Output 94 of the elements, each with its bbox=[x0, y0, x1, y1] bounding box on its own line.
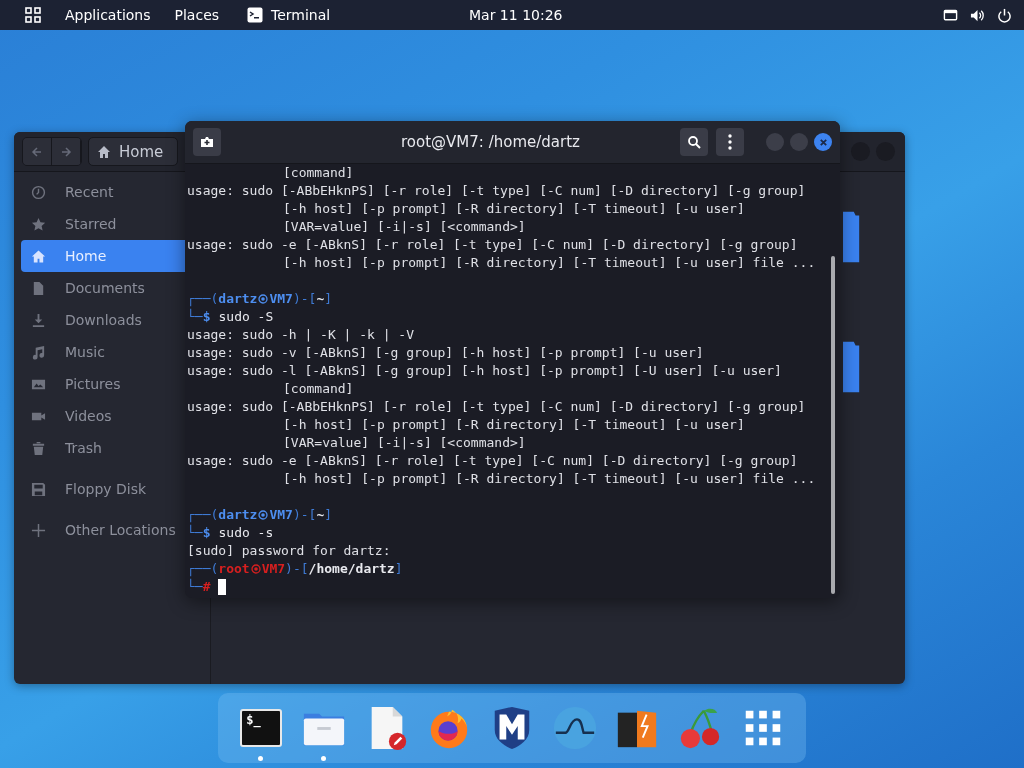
prompt-user: dartz bbox=[218, 290, 258, 308]
terminal-output: usage: sudo -e [-ABknS] [-r role] [-t type] [-C num] [-D directory] [-g group] bbox=[187, 236, 798, 254]
sidebar-item[interactable]: Floppy Disk bbox=[21, 473, 185, 505]
terminal-output: usage: sudo -h | -K | -k | -V bbox=[187, 326, 414, 344]
back-button[interactable] bbox=[23, 138, 52, 165]
terminal-output: [VAR=value] [-i|-s] [<command>] bbox=[282, 218, 526, 236]
top-menu[interactable]: Places bbox=[174, 7, 220, 23]
prompt-frame: └─ bbox=[187, 578, 203, 596]
terminal-output: [-h host] [-p prompt] [-R directory] [-T timeout] [-u user] bbox=[282, 200, 745, 218]
sidebar-item[interactable]: Other Locations bbox=[21, 514, 185, 546]
plus-icon bbox=[31, 522, 46, 538]
new-tab-button[interactable] bbox=[193, 128, 221, 156]
prompt-host: VM7 bbox=[269, 290, 293, 308]
clock-icon bbox=[31, 184, 46, 200]
floppy-icon bbox=[31, 481, 46, 497]
kebab-menu-icon bbox=[728, 134, 732, 150]
separator-icon bbox=[250, 564, 261, 574]
home-icon bbox=[31, 248, 46, 264]
prompt-frame: ] bbox=[324, 506, 333, 524]
terminal-output: [-h host] [-p prompt] [-R directory] [-T timeout] [-u user] file ... bbox=[282, 254, 816, 272]
prompt-frame: ] bbox=[324, 290, 333, 308]
prompt-frame: ┌──( bbox=[187, 560, 219, 578]
path-button[interactable]: Home bbox=[88, 137, 179, 166]
terminal-output: usage: sudo -l [-ABknS] [-g group] [-h host] [-p prompt] [-U user] [-u user] bbox=[187, 362, 782, 380]
close-button[interactable] bbox=[814, 133, 832, 151]
prompt-directory: ~ bbox=[316, 506, 325, 524]
clock[interactable]: Mar 11 10:26 bbox=[469, 7, 563, 23]
prompt-frame: ] bbox=[394, 560, 403, 578]
power-icon[interactable] bbox=[997, 7, 1012, 23]
shark-fin-icon[interactable] bbox=[551, 705, 598, 751]
terminal-output: [sudo] password for dartz: bbox=[187, 542, 391, 560]
prompt-frame: )-[ bbox=[285, 560, 309, 578]
display-icon[interactable] bbox=[943, 7, 958, 23]
prompt-user: root bbox=[218, 560, 250, 578]
terminal-output: usage: sudo [-ABbEHknPS] [-r role] [-t type] [-C num] [-D directory] [-g group] bbox=[187, 182, 806, 200]
terminal-icon bbox=[247, 7, 264, 23]
command-text: sudo -S bbox=[218, 308, 274, 326]
forward-arrow-icon bbox=[60, 145, 72, 158]
sidebar-item[interactable]: Downloads bbox=[21, 304, 185, 336]
prompt-user: dartz bbox=[218, 506, 258, 524]
prompt-symbol: # bbox=[202, 579, 211, 596]
home-icon bbox=[97, 144, 111, 159]
document-icon bbox=[31, 280, 46, 296]
separator-icon bbox=[258, 510, 269, 520]
back-arrow-icon bbox=[31, 145, 43, 158]
terminal-output: usage: sudo -v [-ABknS] [-g group] [-h host] [-p prompt] [-u user] bbox=[187, 344, 704, 362]
sidebar-item[interactable]: Trash bbox=[21, 432, 185, 464]
volume-icon[interactable] bbox=[970, 7, 985, 23]
prompt-host: VM7 bbox=[261, 560, 286, 578]
command-text: sudo -s bbox=[218, 524, 274, 542]
prompt-frame: )-[ bbox=[292, 290, 317, 308]
separator-icon bbox=[258, 294, 269, 304]
sidebar-item[interactable]: Documents bbox=[21, 272, 185, 304]
folder-icon bbox=[843, 210, 861, 264]
music-icon bbox=[31, 344, 46, 360]
folder-icon bbox=[843, 340, 861, 394]
activities-icon[interactable] bbox=[25, 7, 41, 23]
terminal-output: [command] bbox=[282, 164, 354, 182]
scrollbar-thumb[interactable] bbox=[831, 256, 835, 594]
sidebar-item[interactable]: Home bbox=[21, 240, 185, 272]
search-button[interactable] bbox=[680, 128, 708, 156]
prompt-host: VM7 bbox=[269, 506, 293, 524]
new-tab-icon bbox=[200, 135, 214, 149]
sidebar-item[interactable]: Videos bbox=[21, 400, 185, 432]
sidebar-item[interactable]: Music bbox=[21, 336, 185, 368]
search-icon bbox=[687, 135, 701, 149]
prompt-symbol: $ bbox=[202, 525, 211, 542]
prompt-frame: )-[ bbox=[292, 506, 317, 524]
terminal-output: [-h host] [-p prompt] [-R directory] [-T timeout] [-u user] file ... bbox=[282, 470, 816, 488]
top-menu[interactable]: Applications bbox=[65, 7, 151, 23]
terminal-launcher[interactable]: $_ bbox=[240, 709, 283, 747]
forward-button[interactable] bbox=[52, 138, 81, 165]
prompt-frame: └─ bbox=[187, 524, 203, 542]
close-icon bbox=[818, 137, 828, 147]
terminal-output: [VAR=value] [-i|-s] [<command>] bbox=[282, 434, 526, 452]
terminal-output: [-h host] [-p prompt] [-R directory] [-T timeout] [-u user] bbox=[282, 416, 745, 434]
window-title: root@VM7: /home/dartz bbox=[401, 133, 580, 151]
star-icon bbox=[31, 216, 46, 232]
download-icon bbox=[31, 312, 46, 328]
sidebar-item[interactable]: Recent bbox=[21, 176, 185, 208]
menu-button[interactable] bbox=[716, 128, 744, 156]
prompt-symbol: $ bbox=[202, 309, 211, 326]
trash-icon bbox=[31, 440, 46, 456]
terminal-output: usage: sudo -e [-ABknS] [-r role] [-t type] [-C num] [-D directory] [-g group] bbox=[187, 452, 798, 470]
prompt-frame: ┌──( bbox=[187, 290, 219, 308]
prompt-directory: /home/dartz bbox=[308, 560, 395, 578]
sidebar-item[interactable]: Starred bbox=[21, 208, 185, 240]
prompt-frame: ┌──( bbox=[187, 506, 219, 524]
terminal-output: [command] bbox=[282, 380, 354, 398]
app-menu[interactable]: Terminal bbox=[271, 7, 331, 23]
prompt-frame: └─ bbox=[187, 308, 203, 326]
terminal-output: usage: sudo [-ABbEHknPS] [-r role] [-t type] [-C num] [-D directory] [-g group] bbox=[187, 398, 806, 416]
prompt-directory: ~ bbox=[316, 290, 325, 308]
sidebar-item[interactable]: Pictures bbox=[21, 368, 185, 400]
